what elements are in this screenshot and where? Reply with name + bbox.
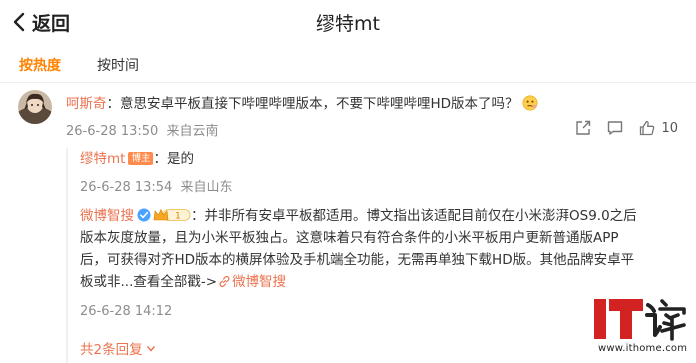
reply-1-time: 26-6-28 13:54 bbox=[80, 180, 173, 195]
top-bar: 返回 缪特mt bbox=[0, 0, 696, 44]
tab-by-hotness[interactable]: 按热度 bbox=[19, 55, 61, 75]
comment-location: 来自云南 bbox=[166, 124, 219, 139]
more-replies-link[interactable]: 共2条回复 bbox=[80, 338, 156, 358]
reply-2-line-3: 后，可获得对齐HD版本的横屏体验及手机端全功能，无需再单独下载HD版。其他品牌安… bbox=[80, 252, 635, 268]
comment-username[interactable]: 呵斯奇 bbox=[66, 96, 107, 112]
reply-2-line-4: 板或非...查看全部戳-> 微博智搜 bbox=[80, 271, 286, 293]
comment-text-line: 呵斯奇：意思安卓平板直接下哔哩哔哩版本，不要下哔哩哔哩HD版本了吗？ bbox=[66, 94, 686, 114]
tab-by-time[interactable]: 按时间 bbox=[97, 55, 139, 75]
comment-icon[interactable] bbox=[606, 119, 624, 137]
reply-1: 缪特mt 博主 ：是的 bbox=[80, 148, 194, 170]
reply-2-line-1: 微博智搜 1 ：并非所有安卓平板都适用。博文指出该适配目前仅在小米澎湃OS9.0… bbox=[80, 205, 637, 227]
ithome-logo bbox=[594, 299, 686, 341]
reply-2-username[interactable]: 微博智搜 bbox=[80, 208, 134, 224]
reply-1-location: 来自山东 bbox=[180, 180, 233, 195]
svg-text:1: 1 bbox=[175, 212, 180, 222]
divider bbox=[0, 82, 696, 83]
thinking-emoji-icon bbox=[522, 95, 538, 111]
avatar-image bbox=[18, 90, 52, 124]
page-title: 缪特mt bbox=[316, 13, 380, 35]
sort-tabs: 按热度 按时间 bbox=[0, 48, 696, 82]
blogger-badge: 博主 bbox=[128, 152, 154, 165]
share-icon[interactable] bbox=[574, 119, 592, 137]
reply-2-time: 26-6-28 14:12 bbox=[80, 304, 173, 319]
reply-2-text-4: 板或非...查看全部戳-> bbox=[80, 274, 218, 290]
reply-1-username[interactable]: 缪特mt bbox=[80, 151, 125, 167]
like-icon[interactable] bbox=[638, 119, 656, 137]
reply-2-line-2: 版本灰度放量，且为小米平板独占。这意味着只有符合条件的小米平板用户更新普通版AP… bbox=[80, 230, 619, 246]
more-replies-label: 共2条回复 bbox=[80, 342, 143, 358]
watermark-url: www.ithome.com bbox=[598, 343, 688, 354]
chevron-down-icon bbox=[146, 346, 155, 352]
comment-time: 26-6-28 13:50 bbox=[66, 124, 159, 139]
comment-text: ：意思安卓平板直接下哔哩哔哩版本，不要下哔哩哔哩HD版本了吗？ bbox=[106, 96, 519, 112]
avatar[interactable] bbox=[18, 90, 52, 124]
reply-2-text-1: ：并非所有安卓平板都适用。博文指出该适配目前仅在小米澎湃OS9.0之后 bbox=[191, 208, 637, 224]
verified-icon bbox=[137, 208, 151, 222]
comment-actions: 10 bbox=[560, 118, 678, 138]
view-all-link[interactable]: 微博智搜 bbox=[232, 274, 286, 290]
reply-2-meta: 26-6-28 14:12 bbox=[80, 304, 172, 319]
reply-1-meta: 26-6-28 13:54 来自山东 bbox=[80, 176, 233, 195]
comment-meta: 26-6-28 13:50 来自云南 bbox=[66, 120, 219, 139]
reply-1-text: ：是的 bbox=[153, 151, 194, 167]
link-icon bbox=[219, 275, 230, 288]
like-count: 10 bbox=[661, 120, 678, 136]
level-badge-icon: 1 bbox=[153, 208, 191, 222]
